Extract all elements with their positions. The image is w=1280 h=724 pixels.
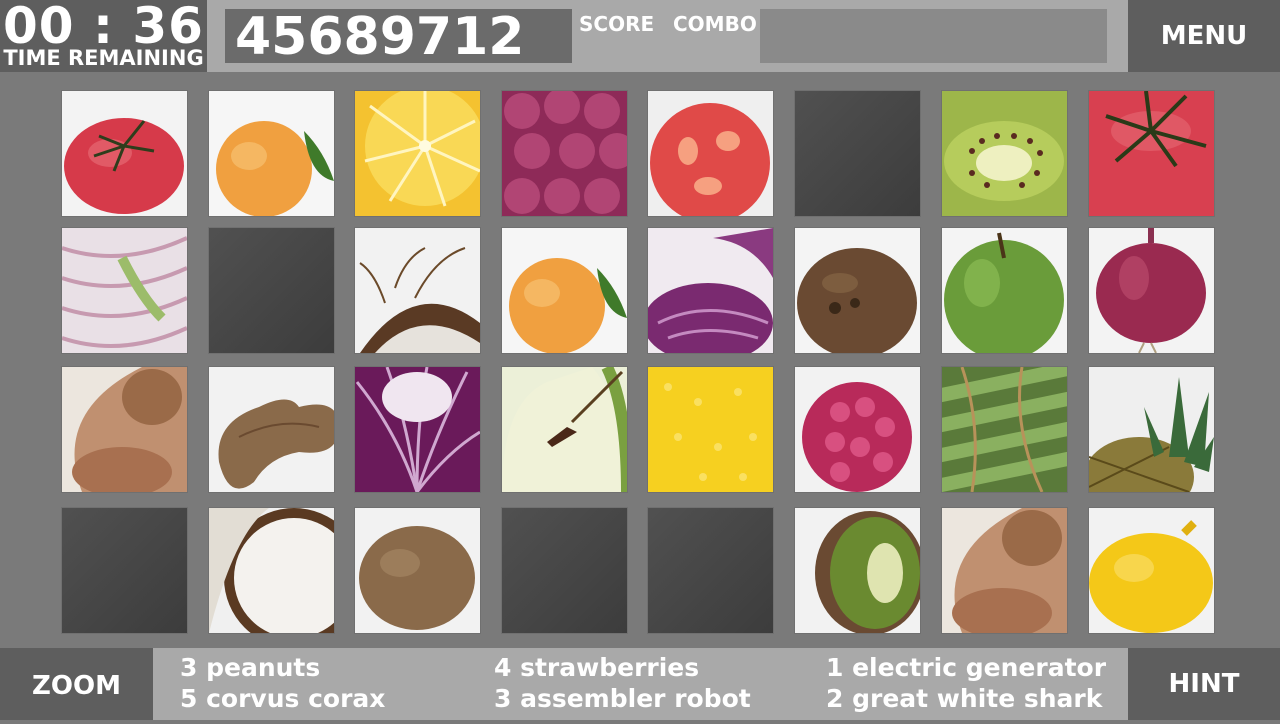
asparagus-image [942, 367, 1067, 492]
onion-slice-image [62, 228, 187, 353]
empty-image [209, 228, 334, 353]
kiwi-half-image [795, 508, 920, 633]
tile-tomato-top[interactable] [1089, 91, 1214, 216]
tile-tomato-slice[interactable] [648, 91, 773, 216]
tile-lemon[interactable] [1089, 508, 1214, 633]
tile-empty [795, 91, 920, 216]
apple-slice-image [502, 367, 627, 492]
red-cabbage-slice-image [355, 367, 480, 492]
tile-apple-slice[interactable] [502, 367, 627, 492]
tile-apricot[interactable] [502, 228, 627, 353]
peanut-image [209, 367, 334, 492]
goal-item: 1 electric generator [826, 653, 1107, 682]
score-value: 45689712 [235, 7, 525, 67]
empty-image [795, 91, 920, 216]
tile-coconut-half[interactable] [209, 508, 334, 633]
kiwi-image [355, 508, 480, 633]
goal-item: 3 peanuts [180, 653, 321, 682]
raspberry-closeup-image [502, 91, 627, 216]
tomato-image [62, 91, 187, 216]
timer-panel: 00 : 36 TIME REMAINING [0, 0, 207, 72]
timer-label: TIME REMAINING [3, 46, 204, 70]
empty-image [502, 508, 627, 633]
game-board [0, 72, 1280, 648]
coconut-roots-image [355, 228, 480, 353]
tile-peanut-open[interactable] [942, 508, 1067, 633]
coconut-half-image [209, 508, 334, 633]
score-label: SCORE [579, 12, 655, 36]
red-cabbage-image [648, 228, 773, 353]
tile-lemon-closeup[interactable] [648, 367, 773, 492]
empty-image [648, 508, 773, 633]
tile-peanut[interactable] [209, 367, 334, 492]
tile-peanut-open[interactable] [62, 367, 187, 492]
tile-onion-slice[interactable] [62, 228, 187, 353]
tile-red-cabbage[interactable] [648, 228, 773, 353]
menu-button[interactable]: MENU [1128, 0, 1280, 72]
bottom-hud: ZOOM 3 peanuts 5 corvus corax 4 strawber… [0, 648, 1280, 720]
zoom-button[interactable]: ZOOM [0, 648, 153, 720]
tile-kiwi-half[interactable] [795, 508, 920, 633]
goal-item: 2 great white shark [826, 684, 1103, 713]
hint-button[interactable]: HINT [1128, 648, 1280, 720]
tile-empty [62, 508, 187, 633]
tile-raspberry[interactable] [795, 367, 920, 492]
coconut-image [795, 228, 920, 353]
score-panel: 45689712 [225, 7, 572, 67]
tomato-slice-image [648, 91, 773, 216]
green-apple-image [942, 228, 1067, 353]
peanut-open-image [62, 367, 187, 492]
tile-coconut[interactable] [795, 228, 920, 353]
peanut-open-image [942, 508, 1067, 633]
top-hud: 00 : 36 TIME REMAINING 45689712 SCORE CO… [0, 0, 1280, 72]
tile-raspberry-closeup[interactable] [502, 91, 627, 216]
pineapple-image [1089, 367, 1214, 492]
goal-item: 3 assembler robot [494, 684, 751, 713]
tile-kiwi-slice[interactable] [942, 91, 1067, 216]
combo-label: COMBO [673, 12, 757, 36]
goal-item: 4 strawberries [494, 653, 700, 682]
combo-meter [760, 9, 1107, 63]
lemon-image [1089, 508, 1214, 633]
tomato-top-image [1089, 91, 1214, 216]
tile-empty [502, 508, 627, 633]
tile-empty [648, 508, 773, 633]
tile-red-onion[interactable] [1089, 228, 1214, 353]
tile-red-cabbage-slice[interactable] [355, 367, 480, 492]
apricot-image [209, 91, 334, 216]
tile-pineapple[interactable] [1089, 367, 1214, 492]
raspberry-image [795, 367, 920, 492]
tile-asparagus[interactable] [942, 367, 1067, 492]
tile-empty [209, 228, 334, 353]
kiwi-slice-image [942, 91, 1067, 216]
apricot-image [502, 228, 627, 353]
red-onion-image [1089, 228, 1214, 353]
tile-lemon-half[interactable] [355, 91, 480, 216]
tile-apricot[interactable] [209, 91, 334, 216]
empty-image [62, 508, 187, 633]
tile-green-apple[interactable] [942, 228, 1067, 353]
lemon-half-image [355, 91, 480, 216]
tile-coconut-roots[interactable] [355, 228, 480, 353]
tile-tomato[interactable] [62, 91, 187, 216]
lemon-closeup-image [648, 367, 773, 492]
tile-kiwi[interactable] [355, 508, 480, 633]
goal-item: 5 corvus corax [180, 684, 386, 713]
